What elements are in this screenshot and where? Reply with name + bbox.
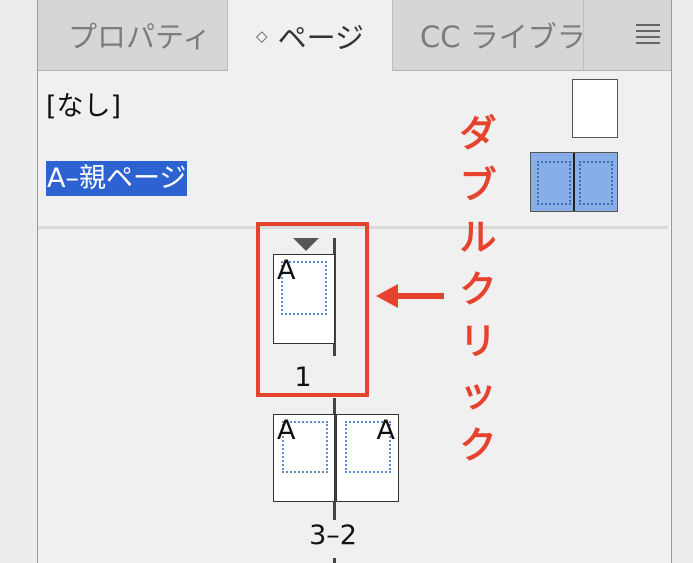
- up-down-chevron-icon: ◇: [256, 26, 268, 45]
- tab-cc-libraries[interactable]: CC ライブラ: [392, 0, 610, 70]
- parent-none-thumbnail[interactable]: [572, 79, 618, 138]
- right-panel-edge: [671, 0, 693, 563]
- tab-pages[interactable]: ◇ ページ: [227, 0, 393, 71]
- next-spread-spine: [333, 558, 336, 563]
- annotation-char: ダ: [459, 112, 497, 155]
- parent-a-spine: [573, 153, 575, 211]
- parent-item-a[interactable]: A–親ページ: [46, 156, 188, 196]
- page-3-thumbnail[interactable]: A: [273, 414, 335, 502]
- tab-properties[interactable]: プロパティ: [38, 0, 256, 70]
- panel-tab-bar: プロパティ ◇ ページ CC ライブラ: [38, 0, 671, 71]
- tab-divider: [583, 0, 584, 70]
- double-click-annotation: ダブルクリック: [452, 108, 504, 472]
- page-2-thumbnail[interactable]: A: [336, 414, 399, 502]
- page-3-parent-letter: A: [277, 415, 296, 446]
- parent-a-left-margin-guide: [537, 161, 571, 205]
- tab-properties-label: プロパティ: [68, 20, 212, 54]
- annotation-char: ク: [459, 424, 497, 467]
- parent-a-thumbnail[interactable]: [530, 152, 618, 212]
- spread-page-numbers: 3–2: [309, 520, 357, 551]
- annotation-char: リ: [459, 320, 497, 363]
- parent-item-a-label: A–親ページ: [46, 161, 188, 196]
- tab-cc-libraries-label: CC ライブラ: [420, 20, 586, 54]
- left-panel-edge: [0, 0, 38, 563]
- parent-item-none[interactable]: [なし]: [46, 84, 121, 123]
- left-arrow-icon: [376, 284, 444, 308]
- parent-item-none-label: [なし]: [46, 91, 122, 122]
- parent-a-right-margin-guide: [579, 161, 613, 205]
- tab-pages-label: ページ: [277, 20, 364, 55]
- page-2-parent-letter: A: [376, 415, 395, 446]
- annotation-char: ッ: [459, 372, 497, 415]
- hamburger-menu-icon[interactable]: [636, 24, 660, 44]
- annotation-char: ル: [459, 216, 497, 259]
- double-click-highlight-box: [256, 222, 369, 397]
- annotation-char: ブ: [459, 164, 497, 207]
- annotation-char: ク: [459, 268, 497, 311]
